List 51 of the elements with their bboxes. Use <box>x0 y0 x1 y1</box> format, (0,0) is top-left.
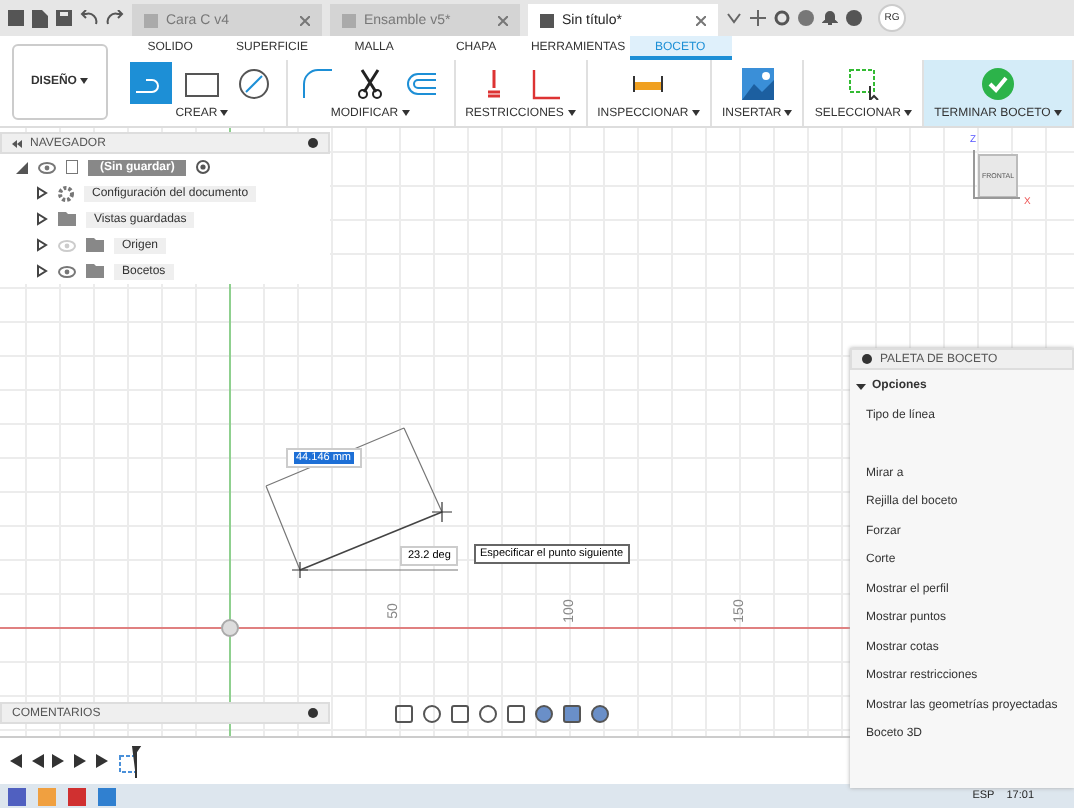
close-icon[interactable] <box>696 15 706 25</box>
offset-icon <box>406 69 439 98</box>
eye-icon <box>38 161 56 173</box>
fillet-icon <box>302 67 335 100</box>
caret-icon <box>567 109 576 116</box>
step-forward-icon[interactable] <box>74 754 88 768</box>
caret-icon <box>401 109 410 116</box>
caret-icon <box>80 78 89 84</box>
redo-icon[interactable] <box>106 10 124 26</box>
close-icon[interactable] <box>300 15 310 25</box>
crosshair-cursor-icon <box>291 501 453 579</box>
eye-icon <box>58 265 76 277</box>
caret-icon <box>904 109 913 116</box>
radio-icon[interactable] <box>196 160 211 174</box>
gear-icon <box>58 185 74 201</box>
step-back-icon[interactable] <box>30 754 44 768</box>
axis-icon <box>972 148 1022 202</box>
image-icon <box>741 67 774 100</box>
caret-icon <box>691 109 700 116</box>
check-icon <box>982 67 1015 100</box>
skip-start-icon[interactable] <box>8 754 22 768</box>
caret-icon <box>220 109 229 116</box>
save-icon[interactable] <box>56 10 72 26</box>
scissors-icon <box>356 67 385 100</box>
undo-icon[interactable] <box>80 10 98 26</box>
circle-icon <box>238 67 271 100</box>
selection-box-icon <box>847 67 880 100</box>
chevron-down-icon[interactable] <box>726 12 742 24</box>
tool-button[interactable] <box>736 62 779 105</box>
origin-marker <box>221 619 239 637</box>
timeline-marker-icon[interactable] <box>118 745 142 777</box>
play-icon[interactable] <box>52 754 66 768</box>
caret-icon <box>856 381 866 391</box>
collapse-icon[interactable] <box>12 139 22 147</box>
file-icon[interactable] <box>32 9 48 27</box>
caret-icon <box>784 109 793 116</box>
caret-icon <box>1054 109 1062 116</box>
perpendicular-icon <box>530 67 563 100</box>
ruler-icon <box>632 73 665 94</box>
cube-icon <box>144 13 158 27</box>
component-icon <box>66 160 78 174</box>
circle-icon[interactable] <box>774 10 790 26</box>
rectangle-icon <box>184 69 221 98</box>
eye-icon <box>58 239 76 251</box>
skip-end-icon[interactable] <box>96 754 110 768</box>
close-icon[interactable] <box>498 15 508 25</box>
plus-icon[interactable] <box>750 10 766 26</box>
cube-icon <box>540 13 554 27</box>
bell-icon[interactable] <box>822 10 838 26</box>
cube-icon <box>342 13 356 27</box>
collapse-arrow-icon[interactable] <box>16 161 28 173</box>
